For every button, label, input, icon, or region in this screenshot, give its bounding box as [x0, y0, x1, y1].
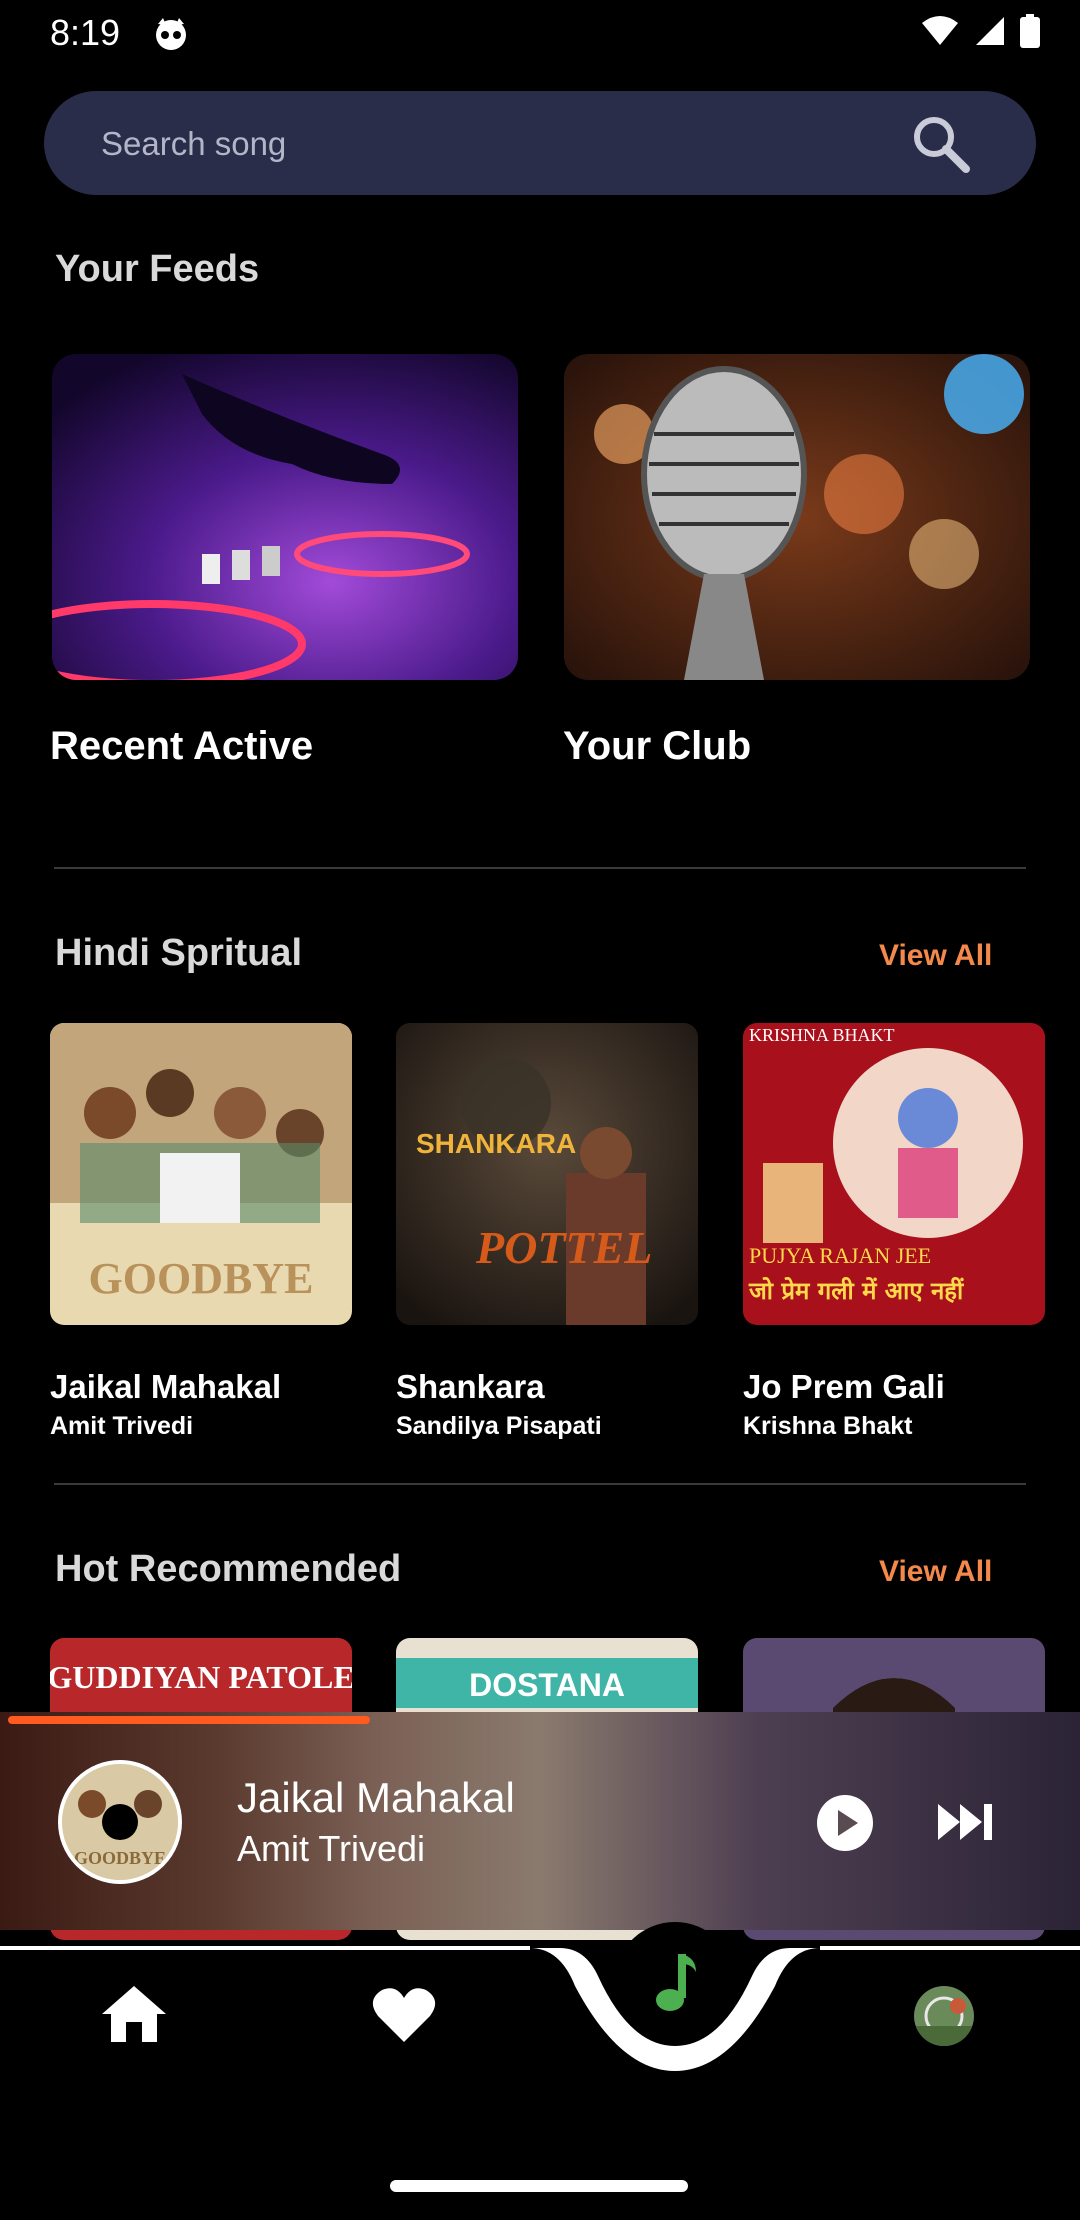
svg-text:SHANKARA: SHANKARA: [416, 1128, 576, 1159]
svg-text:GUDDIYAN PATOLE: GUDDIYAN PATOLE: [50, 1659, 352, 1695]
hot-recommended-title: Hot Recommended: [55, 1548, 402, 1590]
svg-text:GOODBYE: GOODBYE: [74, 1848, 166, 1868]
svg-text:PUJYA RAJAN JEE: PUJYA RAJAN JEE: [749, 1243, 931, 1268]
feed-label-your-club: Your Club: [563, 724, 752, 768]
song-title-1: Jaikal Mahakal: [50, 1368, 282, 1405]
feed-label-recent-active: Recent Active: [50, 724, 314, 768]
feeds-title: Your Feeds: [55, 248, 260, 290]
music-note-icon: [656, 1954, 696, 2011]
song-artist-1: Amit Trivedi: [50, 1412, 194, 1440]
song-title-3: Jo Prem Gali: [743, 1368, 945, 1405]
avatar[interactable]: [914, 1986, 974, 2046]
status-icons: [920, 14, 1040, 48]
svg-text:KRISHNA BHAKT: KRISHNA BHAKT: [749, 1025, 895, 1045]
hindi-spiritual-title: Hindi Spritual: [55, 932, 302, 974]
music-fab[interactable]: [614, 1922, 736, 2044]
wifi-icon: [922, 16, 958, 45]
feed-card-recent-active[interactable]: [52, 354, 518, 680]
svg-text:POTTEL: POTTEL: [475, 1222, 652, 1273]
album-cover-shankara[interactable]: SHANKARA POTTEL: [396, 1023, 698, 1325]
view-all-hindi-spiritual[interactable]: View All: [879, 939, 992, 973]
play-icon[interactable]: [816, 1794, 874, 1852]
view-all-hot-recommended[interactable]: View All: [879, 1555, 992, 1589]
song-artist-3: Krishna Bhakt: [743, 1412, 913, 1440]
home-indicator[interactable]: [390, 2180, 688, 2192]
player-album-disc: GOODBYE: [58, 1760, 182, 1884]
skip-next-icon[interactable]: [936, 1800, 994, 1844]
album-cover-jo-prem-gali[interactable]: KRISHNA BHAKT PUJYA RAJAN JEE जो प्रेम ग…: [743, 1023, 1045, 1325]
battery-icon: [1020, 14, 1040, 48]
microphone-image: [564, 354, 1030, 680]
notification-cat-icon: [156, 18, 186, 50]
dj-mixer-image: [52, 354, 518, 680]
search-input[interactable]: [99, 91, 923, 197]
player-artist: Amit Trivedi: [237, 1828, 426, 1869]
divider: [54, 867, 1026, 869]
home-icon[interactable]: [100, 1984, 168, 2044]
song-title-2: Shankara: [396, 1368, 545, 1405]
divider: [54, 1483, 1026, 1485]
signal-icon: [976, 17, 1004, 45]
album-cover-goodbye[interactable]: GOODBYE: [50, 1023, 352, 1325]
svg-text:DOSTANA: DOSTANA: [469, 1667, 625, 1703]
feed-card-your-club[interactable]: [564, 354, 1030, 680]
svg-text:जो प्रेम गली में आए नहीं: जो प्रेम गली में आए नहीं: [748, 1277, 964, 1305]
heart-icon[interactable]: [372, 1986, 436, 2044]
player-song-title: Jaikal Mahakal: [237, 1774, 515, 1821]
player-progress-fill: [8, 1716, 370, 1724]
search-bar[interactable]: [44, 91, 1036, 197]
svg-text:GOODBYE: GOODBYE: [89, 1254, 314, 1303]
song-artist-2: Sandilya Pisapati: [396, 1412, 602, 1440]
status-time: 8:19: [50, 12, 121, 53]
search-icon[interactable]: [908, 111, 972, 175]
